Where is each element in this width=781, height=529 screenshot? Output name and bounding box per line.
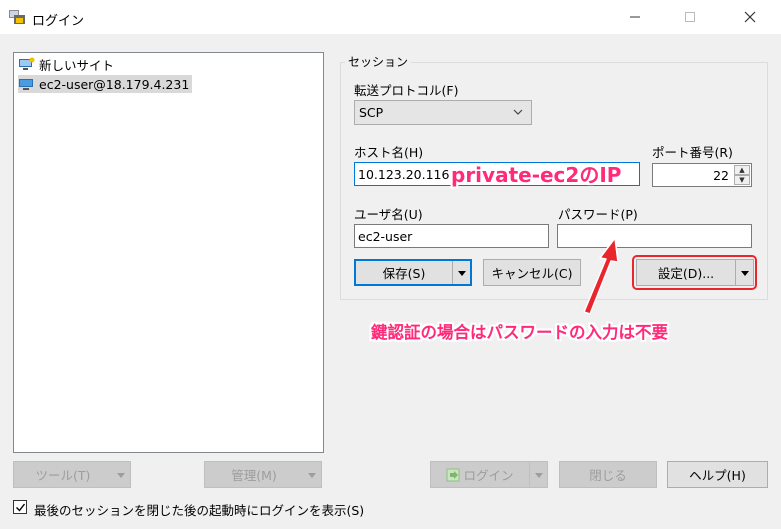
manage-button-label: 管理(M) <box>231 468 277 483</box>
port-label: ポート番号(R) <box>652 145 733 160</box>
save-dropdown-button[interactable] <box>452 261 470 284</box>
tools-button[interactable]: ツール(T) <box>13 461 131 488</box>
title-bar: ログイン <box>0 0 781 34</box>
tree-item-ec2-user[interactable]: ec2-user@18.179.4.231 <box>18 75 193 93</box>
port-down-button[interactable]: ▼ <box>734 175 750 185</box>
host-label: ホスト名(H) <box>354 145 424 160</box>
protocol-label: 転送プロトコル(F) <box>354 83 459 98</box>
checkmark-icon <box>15 503 25 512</box>
maximize-icon <box>685 12 695 22</box>
protocol-select[interactable]: SCP <box>354 100 532 125</box>
port-value: 22 <box>713 168 729 183</box>
annotation-settings-highlight <box>632 255 757 290</box>
login-dropdown-button[interactable] <box>529 462 547 487</box>
save-button-label: 保存(S) <box>382 266 426 281</box>
manage-button[interactable]: 管理(M) <box>204 461 322 488</box>
computer-icon <box>19 79 33 90</box>
annotation-arrow-icon <box>583 237 619 315</box>
dropdown-arrow-icon <box>534 472 543 478</box>
minimize-button[interactable] <box>612 0 658 34</box>
close-button[interactable] <box>727 0 773 34</box>
new-site-icon <box>19 57 35 70</box>
maximize-button[interactable] <box>667 0 713 34</box>
tree-item-label: 新しいサイト <box>39 57 115 73</box>
show-login-checkbox[interactable] <box>13 500 27 514</box>
chevron-down-icon <box>513 109 523 115</box>
login-button-content: ログイン <box>446 465 514 484</box>
minimize-icon <box>630 16 640 18</box>
session-group-label: セッション <box>345 53 412 70</box>
annotation-host-note: private-ec2のIP <box>451 163 622 187</box>
port-input[interactable]: 22 ▲ ▼ <box>652 163 752 187</box>
save-button[interactable]: 保存(S) <box>354 259 472 286</box>
window-title: ログイン <box>32 14 85 29</box>
help-button[interactable]: ヘルプ(H) <box>667 461 768 488</box>
dropdown-arrow-icon <box>308 472 316 478</box>
tree-item-label: ec2-user@18.179.4.231 <box>39 76 190 92</box>
tools-button-label: ツール(T) <box>35 468 91 483</box>
password-label: パスワード(P) <box>558 207 638 222</box>
login-button[interactable]: ログイン <box>430 461 548 488</box>
dropdown-arrow-icon <box>457 270 466 276</box>
protocol-value: SCP <box>359 105 384 120</box>
site-tree[interactable]: 新しいサイト ec2-user@18.179.4.231 <box>13 52 324 453</box>
cancel-button-label: キャンセル(C) <box>491 266 573 281</box>
tree-item-new-site[interactable]: 新しいサイト <box>18 55 117 73</box>
user-value: ec2-user <box>358 228 413 244</box>
close-dialog-label: 閉じる <box>589 468 627 483</box>
port-up-button[interactable]: ▲ <box>734 165 750 175</box>
manage-dropdown-button[interactable] <box>303 462 321 487</box>
login-icon <box>446 468 460 481</box>
login-button-label: ログイン <box>463 468 514 483</box>
dropdown-arrow-icon <box>117 472 125 478</box>
host-value: 10.123.20.116 <box>358 166 450 182</box>
help-button-label: ヘルプ(H) <box>689 468 746 483</box>
user-input[interactable]: ec2-user <box>354 224 549 248</box>
tools-dropdown-button[interactable] <box>112 462 130 487</box>
app-icon <box>9 10 25 24</box>
show-login-label: 最後のセッションを閉じた後の起動時にログインを表示(S) <box>34 503 365 518</box>
cancel-button[interactable]: キャンセル(C) <box>483 259 581 286</box>
close-icon <box>744 11 756 23</box>
annotation-password-note: 鍵認証の場合はパスワードの入力は不要 <box>371 323 668 342</box>
close-dialog-button[interactable]: 閉じる <box>559 461 657 488</box>
user-label: ユーザ名(U) <box>354 207 423 222</box>
